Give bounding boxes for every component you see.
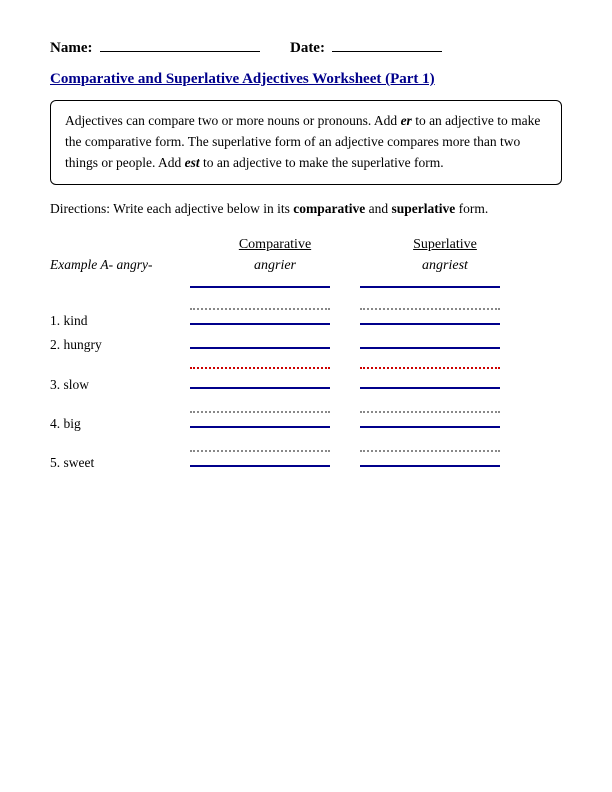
example-label: Example A- angry- bbox=[50, 257, 190, 273]
item-5-comp-dotted bbox=[190, 440, 330, 452]
item-4-row: 4. big bbox=[50, 416, 562, 432]
name-line bbox=[100, 51, 260, 52]
example-comp-line bbox=[190, 276, 330, 288]
example-row: Example A- angry- angrier angriest bbox=[50, 257, 562, 274]
item-3-sup-line bbox=[360, 377, 500, 389]
item-4-label: 4. big bbox=[50, 416, 190, 432]
item-5-label: 5. sweet bbox=[50, 455, 190, 471]
item-1-sup-line bbox=[360, 313, 500, 325]
item-1-comp-line bbox=[190, 313, 330, 325]
item-3-comp-line bbox=[190, 377, 330, 389]
comparative-header: Comparative bbox=[190, 237, 360, 253]
item-1-dotted bbox=[190, 298, 562, 310]
directions: Directions: Write each adjective below i… bbox=[50, 199, 562, 219]
item-2-label: 2. hungry bbox=[50, 337, 190, 353]
example-lines bbox=[190, 276, 562, 288]
superlative-header: Superlative bbox=[360, 237, 530, 253]
item-3: 3. slow bbox=[50, 377, 562, 393]
name-label: Name: bbox=[50, 40, 260, 57]
item-2: 2. hungry bbox=[50, 337, 562, 369]
item-1: 1. kind bbox=[50, 298, 562, 329]
item-5-row: 5. sweet bbox=[50, 455, 562, 471]
item-2-sup-line bbox=[360, 337, 500, 349]
item-3-row: 3. slow bbox=[50, 377, 562, 393]
item-1-label: 1. kind bbox=[50, 313, 190, 329]
header: Name: Date: bbox=[50, 40, 562, 57]
item-1-sup-dotted bbox=[360, 298, 500, 310]
item-5: 5. sweet bbox=[50, 440, 562, 471]
item-5-sup-dotted bbox=[360, 440, 500, 452]
example-sup-line bbox=[360, 276, 500, 288]
date-line bbox=[332, 51, 442, 52]
item-5-sup-line bbox=[360, 455, 500, 467]
item-5-dotted bbox=[190, 440, 562, 452]
item-4-sup-dotted bbox=[360, 401, 500, 413]
item-2-sup-red bbox=[360, 357, 500, 369]
item-2-comp-line bbox=[190, 337, 330, 349]
info-box: Adjectives can compare two or more nouns… bbox=[50, 100, 562, 185]
column-headers: Comparative Superlative bbox=[190, 237, 562, 253]
item-3-label: 3. slow bbox=[50, 377, 190, 393]
item-5-comp-line bbox=[190, 455, 330, 467]
item-2-comp-red bbox=[190, 357, 330, 369]
item-2-row: 2. hungry bbox=[50, 337, 562, 353]
item-4-comp-line bbox=[190, 416, 330, 428]
worksheet-title: Comparative and Superlative Adjectives W… bbox=[50, 71, 562, 88]
item-2-dotted bbox=[190, 357, 562, 369]
item-1-comp-dotted bbox=[190, 298, 330, 310]
item-4: 4. big bbox=[50, 401, 562, 432]
example-superlative: angriest bbox=[360, 258, 530, 274]
item-4-comp-dotted bbox=[190, 401, 330, 413]
item-4-dotted bbox=[190, 401, 562, 413]
item-4-sup-line bbox=[360, 416, 500, 428]
item-1-row: 1. kind bbox=[50, 313, 562, 329]
info-text: Adjectives can compare two or more nouns… bbox=[65, 113, 540, 170]
example-comparative: angrier bbox=[190, 258, 360, 274]
date-label: Date: bbox=[290, 40, 442, 57]
